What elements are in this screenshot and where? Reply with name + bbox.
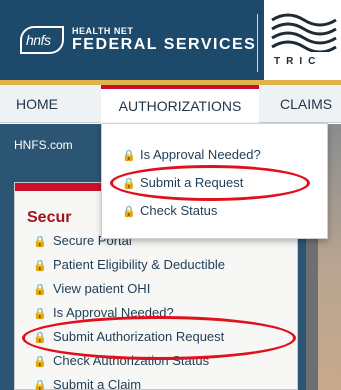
dropdown-item-label: Is Approval Needed? <box>140 147 261 162</box>
portal-link-label: Submit a Claim <box>53 377 142 390</box>
brand-title: FEDERAL SERVICES <box>72 36 257 53</box>
nav-home[interactable]: HOME <box>16 85 58 123</box>
tricare-text: TRIC <box>274 56 322 67</box>
portal-link-label: Is Approval Needed? <box>53 305 174 320</box>
portal-link-label: Check Authorization Status <box>53 353 210 368</box>
portal-link-submit-claim[interactable]: 🔒 Submit a Claim <box>33 377 141 390</box>
lock-icon: 🔒 <box>122 150 136 162</box>
lock-icon: 🔒 <box>33 236 47 248</box>
logo-text: hnfs <box>26 32 51 48</box>
portal-link-submit-authorization[interactable]: 🔒 Submit Authorization Request <box>33 329 224 351</box>
portal-link-label: Submit Authorization Request <box>53 329 225 344</box>
portal-link-view-ohi[interactable]: 🔒 View patient OHI <box>33 281 150 303</box>
breadcrumb[interactable]: HNFS.com <box>14 138 73 152</box>
nav-authorizations[interactable]: AUTHORIZATIONS <box>101 85 259 123</box>
dropdown-item-approval-needed[interactable]: 🔒 Is Approval Needed? <box>122 144 261 166</box>
site-header: hnfs HEALTH NET FEDERAL SERVICES TRIC <box>0 0 341 80</box>
lock-icon: 🔒 <box>33 356 47 368</box>
dropdown-item-label: Submit a Request <box>140 175 244 190</box>
lock-icon: 🔒 <box>122 178 136 190</box>
lock-icon: 🔒 <box>33 308 47 320</box>
lock-icon: 🔒 <box>33 332 47 344</box>
portal-link-approval-needed[interactable]: 🔒 Is Approval Needed? <box>33 305 174 327</box>
authorizations-dropdown: 🔒 Is Approval Needed? 🔒 Submit a Request 🔒… <box>101 123 328 239</box>
dropdown-item-check-status[interactable]: 🔒 Check Status <box>122 200 217 222</box>
hnfs-logo[interactable]: hnfs <box>20 26 64 54</box>
dropdown-item-label: Check Status <box>140 203 218 218</box>
portal-title: Secur <box>27 209 72 226</box>
tricare-waves-icon <box>271 13 337 52</box>
portal-link-check-status[interactable]: 🔒 Check Authorization Status <box>33 353 209 375</box>
portal-link-label: View patient OHI <box>53 281 151 296</box>
lock-icon: 🔒 <box>33 380 47 390</box>
portal-link-label: Patient Eligibility & Deductible <box>53 257 225 272</box>
nav-claims[interactable]: CLAIMS <box>280 85 332 123</box>
lock-icon: 🔒 <box>33 260 47 272</box>
dropdown-item-submit-request[interactable]: 🔒 Submit a Request <box>122 172 243 194</box>
lock-icon: 🔒 <box>122 206 136 218</box>
portal-link-eligibility[interactable]: 🔒 Patient Eligibility & Deductible <box>33 257 225 279</box>
main-nav: HOME AUTHORIZATIONS CLAIMS <box>0 85 341 123</box>
brand-subtitle: HEALTH NET <box>72 26 134 36</box>
lock-icon: 🔒 <box>33 284 47 296</box>
tricare-logo[interactable]: TRIC <box>264 0 341 80</box>
header-divider <box>257 14 258 72</box>
